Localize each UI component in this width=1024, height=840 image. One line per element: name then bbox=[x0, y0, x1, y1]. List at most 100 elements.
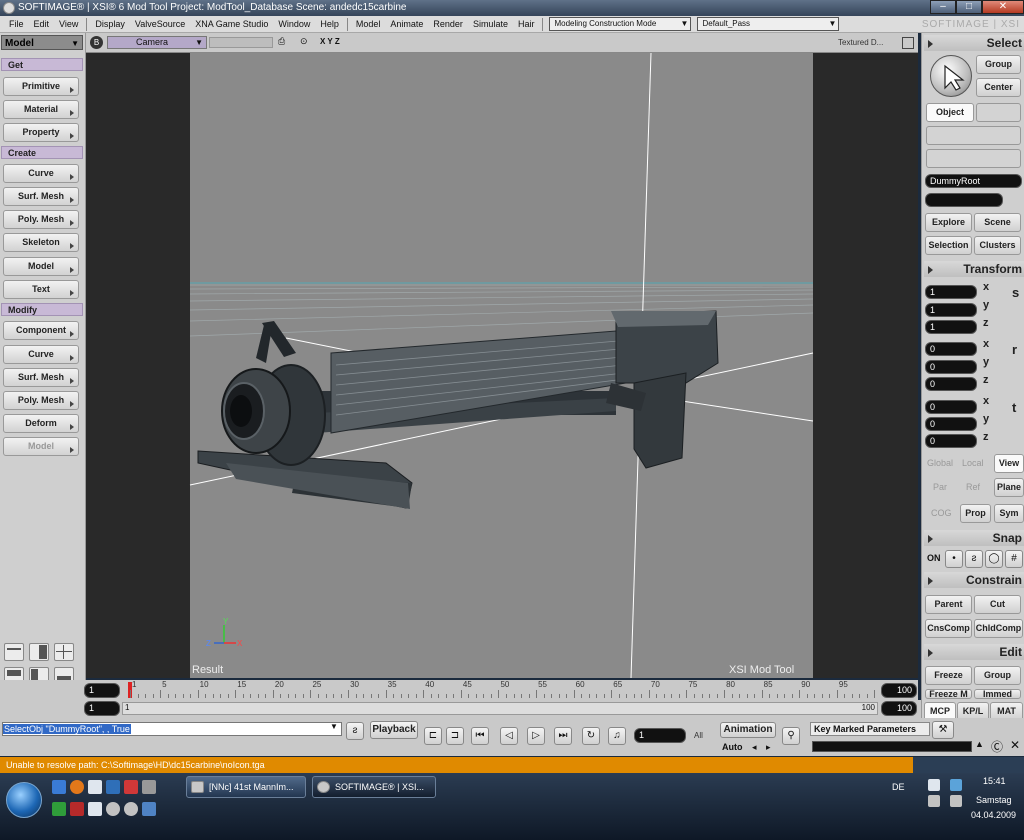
cut-button[interactable]: Cut bbox=[974, 595, 1021, 614]
selection-name-field[interactable]: DummyRoot bbox=[925, 174, 1022, 188]
desktop-icon[interactable] bbox=[52, 780, 66, 794]
menu-file[interactable]: File bbox=[4, 19, 29, 29]
rotate-label[interactable]: r bbox=[1012, 342, 1017, 357]
menu-hair[interactable]: Hair bbox=[513, 19, 540, 29]
view-toggle[interactable]: View bbox=[994, 454, 1024, 473]
tray-icon-1[interactable] bbox=[928, 779, 940, 791]
selection-button[interactable]: Selection bbox=[925, 236, 972, 255]
create-poly-mesh-button[interactable]: Poly. Mesh bbox=[3, 210, 79, 229]
plane-toggle[interactable]: Plane bbox=[994, 478, 1024, 497]
rotate-x-field[interactable]: 0 bbox=[925, 342, 977, 356]
primitive-button[interactable]: Primitive bbox=[3, 77, 79, 96]
section-create[interactable]: Create bbox=[1, 146, 83, 159]
snap-point-icon[interactable]: • bbox=[945, 550, 963, 568]
app-icon-7[interactable] bbox=[106, 802, 120, 816]
viewport-memo-slots[interactable] bbox=[209, 37, 273, 48]
center-button[interactable]: Center bbox=[976, 78, 1021, 97]
language-indicator[interactable]: DE bbox=[892, 782, 905, 792]
scale-y-field[interactable]: 1 bbox=[925, 303, 977, 317]
app-icon-5[interactable] bbox=[70, 802, 84, 816]
par-toggle[interactable]: Par bbox=[933, 482, 947, 492]
scale-x-field[interactable]: 1 bbox=[925, 285, 977, 299]
range-slider[interactable]: 1 100 bbox=[122, 702, 878, 715]
taskbar-item-forum[interactable]: [NNc] 41st MannIm... bbox=[186, 776, 306, 798]
all-toggle[interactable]: All bbox=[694, 731, 703, 740]
script-icon[interactable]: ƨ bbox=[346, 722, 364, 740]
scale-label[interactable]: s bbox=[1012, 285, 1019, 300]
freeze-button[interactable]: Freeze bbox=[925, 666, 972, 685]
snap-header[interactable]: Snap bbox=[924, 530, 1024, 546]
section-get[interactable]: Get bbox=[1, 58, 83, 71]
object-button[interactable]: Object bbox=[926, 103, 974, 122]
clock-day[interactable]: Samstag bbox=[976, 795, 1012, 805]
explore-button[interactable]: Explore bbox=[925, 213, 972, 232]
freeze-m-button[interactable]: Freeze M bbox=[925, 689, 972, 699]
volume-icon[interactable] bbox=[950, 795, 962, 807]
transform-header[interactable]: Transform bbox=[924, 261, 1024, 277]
prop-button[interactable]: Prop bbox=[960, 504, 991, 523]
maximize-icon[interactable]: □ bbox=[956, 0, 982, 14]
property-button[interactable]: Property bbox=[3, 123, 79, 142]
snap-curve-icon[interactable]: ƨ bbox=[965, 550, 983, 568]
select-arrow-icon[interactable] bbox=[930, 55, 972, 97]
pass-dropdown[interactable]: Default_Pass ▼ bbox=[697, 17, 840, 31]
scene-button[interactable]: Scene bbox=[974, 213, 1021, 232]
camera-dropdown[interactable]: Camera ▼ bbox=[107, 36, 207, 49]
rewind-icon[interactable]: ⏮ bbox=[471, 727, 489, 745]
cog-toggle[interactable]: COG bbox=[931, 508, 952, 518]
clusters-button[interactable]: Clusters bbox=[974, 236, 1021, 255]
snap-surface-icon[interactable]: ◯ bbox=[985, 550, 1003, 568]
translate-label[interactable]: t bbox=[1012, 400, 1016, 415]
layout-quad-icon[interactable] bbox=[54, 643, 74, 661]
animation-button[interactable]: Animation bbox=[720, 722, 776, 738]
translate-x-field[interactable]: 0 bbox=[925, 400, 977, 414]
edit-group-button[interactable]: Group bbox=[974, 666, 1021, 685]
translate-y-field[interactable]: 0 bbox=[925, 417, 977, 431]
app-icon-6[interactable] bbox=[88, 802, 102, 816]
key-icon[interactable]: ⚲ bbox=[782, 727, 800, 745]
clock-date[interactable]: 04.04.2009 bbox=[971, 810, 1016, 820]
menu-model[interactable]: Model bbox=[351, 19, 386, 29]
material-button[interactable]: Material bbox=[3, 100, 79, 119]
create-curve-button[interactable]: Curve bbox=[3, 164, 79, 183]
chevron-down-icon[interactable]: ▼ bbox=[330, 722, 338, 731]
snap-on-toggle[interactable]: ON bbox=[927, 553, 941, 563]
menu-help[interactable]: Help bbox=[315, 19, 344, 29]
prev-frame-icon[interactable]: ⊐ bbox=[446, 727, 464, 745]
menu-view[interactable]: View bbox=[54, 19, 83, 29]
menu-render[interactable]: Render bbox=[428, 19, 468, 29]
blank-button-2[interactable] bbox=[926, 126, 1021, 145]
viewport-letter-badge[interactable]: B bbox=[90, 36, 103, 49]
modify-poly-mesh-button[interactable]: Poly. Mesh bbox=[3, 391, 79, 410]
module-selector[interactable]: Model ▼ bbox=[1, 35, 83, 50]
cnscomp-button[interactable]: CnsComp bbox=[925, 619, 972, 638]
app-icon-3[interactable] bbox=[142, 780, 156, 794]
global-toggle[interactable]: Global bbox=[927, 458, 953, 468]
menu-window[interactable]: Window bbox=[273, 19, 315, 29]
chldcomp-button[interactable]: ChldComp bbox=[974, 619, 1023, 638]
scale-z-field[interactable]: 1 bbox=[925, 320, 977, 334]
menu-animate[interactable]: Animate bbox=[385, 19, 428, 29]
component-button[interactable]: Component bbox=[3, 321, 79, 340]
axis-toggle[interactable]: X Y Z bbox=[320, 37, 340, 46]
scroll-icon[interactable]: ▲ bbox=[975, 739, 984, 749]
hammer-icon[interactable]: ⚒ bbox=[932, 721, 954, 739]
app-icon-4[interactable] bbox=[52, 802, 66, 816]
layout-split-icon[interactable] bbox=[29, 643, 49, 661]
command-line[interactable]: SelectObj "DummyRoot", , True bbox=[2, 722, 342, 736]
sym-button[interactable]: Sym bbox=[994, 504, 1024, 523]
constrain-header[interactable]: Constrain bbox=[924, 572, 1024, 588]
local-toggle[interactable]: Local bbox=[962, 458, 984, 468]
taskbar-item-softimage[interactable]: SOFTIMAGE® | XSI... bbox=[312, 776, 436, 798]
menu-xna[interactable]: XNA Game Studio bbox=[190, 19, 273, 29]
app-icon-1[interactable] bbox=[106, 780, 120, 794]
network-icon[interactable] bbox=[928, 795, 940, 807]
app-icon-8[interactable] bbox=[124, 802, 138, 816]
refresh-icon[interactable]: Ⓒ bbox=[991, 738, 1003, 755]
menu-display[interactable]: Display bbox=[90, 19, 130, 29]
mail-icon[interactable] bbox=[88, 780, 102, 794]
modify-curve-button[interactable]: Curve bbox=[3, 345, 79, 364]
ref-toggle[interactable]: Ref bbox=[966, 482, 980, 492]
play-backward-icon[interactable]: ◁ bbox=[500, 727, 518, 745]
translate-z-field[interactable]: 0 bbox=[925, 434, 977, 448]
